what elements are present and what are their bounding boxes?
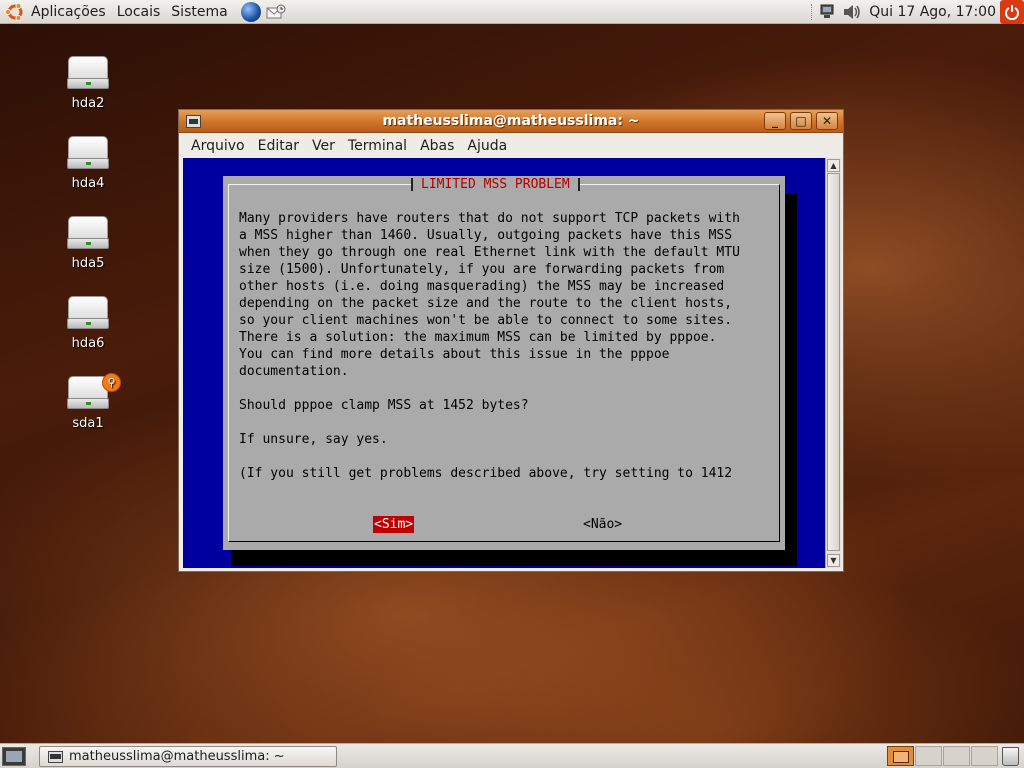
message-line: when they go through one real Ethernet l… xyxy=(239,245,740,260)
hard-drive-icon xyxy=(67,56,109,90)
desktop-icon-hda2[interactable]: hda2 xyxy=(58,56,118,111)
debconf-dialog: LIMITED MSS PROBLEM Many providers have … xyxy=(223,176,785,550)
trash-icon[interactable] xyxy=(1002,747,1019,766)
top-panel: Aplicações Locais Sistema Qui 17 Ago, 17… xyxy=(0,0,1024,24)
desktop-icon-label: hda2 xyxy=(71,96,105,111)
hard-drive-icon xyxy=(67,296,109,330)
message-line: documentation. xyxy=(239,364,349,379)
taskbar-window-button[interactable]: matheusslima@matheusslima: ~ xyxy=(39,746,337,767)
bottom-panel: matheusslima@matheusslima: ~ xyxy=(0,743,1024,768)
ubuntu-logo-icon[interactable] xyxy=(5,2,25,22)
message-line: other hosts (i.e. doing masquerading) th… xyxy=(239,279,725,294)
minimize-button[interactable]: _ xyxy=(764,112,786,130)
maximize-button[interactable]: □ xyxy=(790,112,812,130)
workspace-1[interactable] xyxy=(887,746,914,766)
window-title: matheusslima@matheusslima: ~ xyxy=(382,113,640,129)
message-line: size (1500). Unfortunately, if you are f… xyxy=(239,262,725,277)
hard-drive-icon xyxy=(67,216,109,250)
desktop-icon-hda5[interactable]: hda5 xyxy=(58,216,118,271)
message-line xyxy=(239,448,769,465)
usb-drive-icon: ⚲ xyxy=(67,373,121,410)
desktop-icon-label: sda1 xyxy=(72,416,104,431)
terminal-screen[interactable]: LIMITED MSS PROBLEM Many providers have … xyxy=(183,158,825,568)
yes-button[interactable]: <Sim> xyxy=(373,516,415,533)
message-line: a MSS higher than 1460. Usually, outgoin… xyxy=(239,228,733,243)
dialog-message: Many providers have routers that do not … xyxy=(239,210,769,482)
dialog-title: LIMITED MSS PROBLEM xyxy=(411,176,580,193)
menu-arquivo[interactable]: Arquivo xyxy=(191,138,245,154)
terminal-app-icon xyxy=(48,750,63,763)
close-button[interactable]: ✕ xyxy=(816,112,838,130)
window-titlebar[interactable]: matheusslima@matheusslima: ~ _ □ ✕ xyxy=(179,110,843,133)
menu-editar[interactable]: Editar xyxy=(258,138,299,154)
message-line: Should pppoe clamp MSS at 1452 bytes? xyxy=(239,398,529,413)
desktop-icon-label: hda6 xyxy=(71,336,105,351)
usb-badge-icon: ⚲ xyxy=(102,373,121,392)
message-line: (If you still get problems described abo… xyxy=(239,466,733,481)
system-tray: Qui 17 Ago, 17:00 xyxy=(811,0,1024,24)
message-line: depending on the packet size and the rou… xyxy=(239,296,733,311)
desktop-icon-hda4[interactable]: hda4 xyxy=(58,136,118,191)
show-desktop-icon[interactable] xyxy=(2,747,26,766)
menu-abas[interactable]: Abas xyxy=(420,138,454,154)
desktop-icon-label: hda4 xyxy=(71,176,105,191)
menu-aplicacoes[interactable]: Aplicações xyxy=(31,4,106,20)
message-line: You can find more details about this iss… xyxy=(239,347,670,362)
workspace-switcher xyxy=(887,746,999,766)
volume-icon[interactable] xyxy=(843,4,861,20)
message-line xyxy=(239,414,769,431)
workspace-3[interactable] xyxy=(943,746,970,766)
power-icon[interactable] xyxy=(1000,0,1024,24)
web-browser-icon[interactable] xyxy=(240,1,261,22)
workspace-4[interactable] xyxy=(971,746,998,766)
scroll-up-arrow-icon[interactable]: ▲ xyxy=(827,159,840,172)
menu-ver[interactable]: Ver xyxy=(312,138,335,154)
hard-drive-icon xyxy=(67,136,109,170)
scroll-thumb[interactable] xyxy=(827,173,840,551)
desktop-icon-hda6[interactable]: hda6 xyxy=(58,296,118,351)
workspace-2[interactable] xyxy=(915,746,942,766)
desktop-icon-sda1[interactable]: ⚲ sda1 xyxy=(58,373,121,431)
message-line: so your client machines won't be able to… xyxy=(239,313,733,328)
message-line: If unsure, say yes. xyxy=(239,432,388,447)
terminal-scrollbar[interactable]: ▲ ▼ xyxy=(825,158,841,568)
desktop-icon-label: hda5 xyxy=(71,256,105,271)
message-line: Many providers have routers that do not … xyxy=(239,211,740,226)
terminal-window: matheusslima@matheusslima: ~ _ □ ✕ Arqui… xyxy=(178,109,844,572)
menu-ajuda[interactable]: Ajuda xyxy=(467,138,507,154)
no-button[interactable]: <Não> xyxy=(583,516,622,533)
message-line xyxy=(239,380,769,397)
menu-sistema[interactable]: Sistema xyxy=(171,4,227,20)
network-icon[interactable] xyxy=(819,4,837,20)
terminal-menubar: Arquivo Editar Ver Terminal Abas Ajuda xyxy=(179,134,843,158)
scroll-down-arrow-icon[interactable]: ▼ xyxy=(827,554,840,567)
message-line: There is a solution: the maximum MSS can… xyxy=(239,330,717,345)
tray-separator xyxy=(811,4,813,20)
email-client-icon[interactable] xyxy=(265,2,287,22)
menu-locais[interactable]: Locais xyxy=(117,4,161,20)
menu-terminal[interactable]: Terminal xyxy=(348,138,407,154)
clock[interactable]: Qui 17 Ago, 17:00 xyxy=(869,4,996,20)
taskbar-window-label: matheusslima@matheusslima: ~ xyxy=(69,749,285,764)
